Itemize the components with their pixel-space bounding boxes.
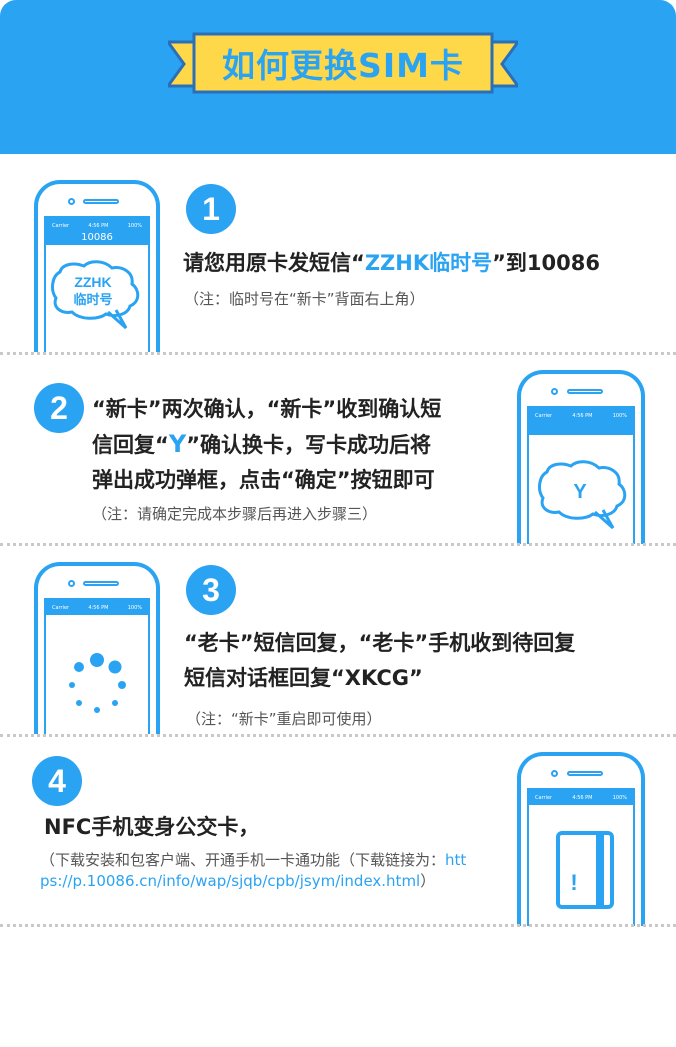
phone-illustration-1: Carrier 4:56 PM 100% 10086 ZZHK 临时号: [34, 180, 160, 352]
speech-bubble-icon: Y: [538, 460, 627, 530]
step-4-note: （下载安装和包客户端、开通手机一卡通功能（下载链接为：https://p.100…: [40, 851, 467, 890]
divider: [0, 352, 676, 355]
svg-text:!: !: [570, 870, 577, 895]
step-2-note: （注：请确定完成本步骤后再进入步骤三）: [92, 505, 378, 523]
step-number-3: 3: [186, 565, 236, 615]
step-1-instruction: 请您用原卡发短信“ZZHK临时号”到10086: [183, 251, 600, 275]
step-2-instruction: “新卡”两次确认，“新卡”收到确认短 信回复“Y”确认换卡，写卡成功后将 弹出成…: [92, 397, 442, 492]
step-4-instruction: NFC手机变身公交卡，: [44, 815, 260, 839]
step-3-instruction: “老卡”短信回复，“老卡”手机收到待回复 短信对话框回复“XKCG”: [184, 631, 576, 690]
svg-text:Y: Y: [573, 481, 587, 503]
phone-illustration-4: Carrier 4:56 PM 100% !: [517, 752, 645, 926]
page-title: 如何更换SIM卡: [222, 46, 464, 85]
step-1-note: （注：临时号在“新卡”背面右上角）: [184, 290, 425, 308]
step-3-note: （注：“新卡”重启即可使用）: [186, 710, 382, 728]
title-banner: 如何更换SIM卡: [168, 28, 518, 98]
phone-illustration-2: Carrier 4:56 PM 100% Y: [517, 370, 645, 544]
phone-screen-title: 10086: [46, 233, 148, 245]
header: 如何更换SIM卡: [0, 0, 676, 154]
phone-illustration-3: Carrier 4:56 PM 100%: [34, 562, 160, 734]
transit-card-icon: !: [556, 831, 614, 909]
svg-text:临时号: 临时号: [73, 292, 112, 308]
divider: [0, 734, 676, 737]
step-number-1: 1: [186, 184, 236, 234]
svg-text:ZZHK: ZZHK: [74, 274, 111, 290]
divider: [0, 543, 676, 546]
speech-bubble-icon: ZZHK 临时号: [51, 260, 140, 330]
loading-spinner-icon: [69, 653, 126, 713]
step-number-4: 4: [32, 756, 82, 806]
divider: [0, 924, 676, 927]
step-number-2: 2: [34, 383, 84, 433]
